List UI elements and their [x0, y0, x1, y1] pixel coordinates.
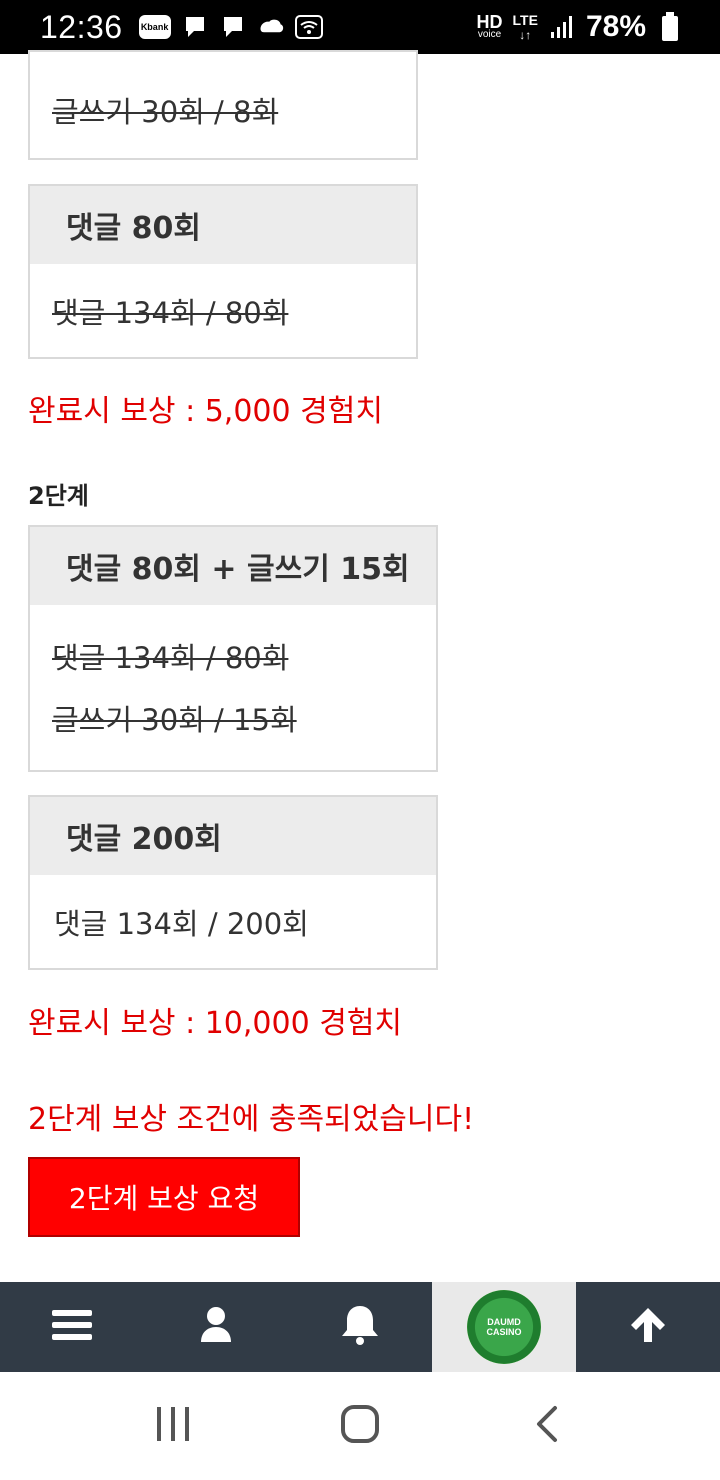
nav-scroll-top-button[interactable]: [576, 1282, 720, 1372]
progress-text: 글쓰기 30회 / 8회: [52, 95, 279, 129]
signal-icon: [548, 13, 576, 41]
lte-indicator: LTE ↓↑: [512, 11, 538, 42]
chat-notification-icon-2: [219, 13, 247, 41]
battery-percent: 78%: [585, 10, 646, 43]
back-chevron-icon: [535, 1405, 559, 1447]
status-time: 12:36: [40, 8, 123, 45]
mission-card-title: 댓글 200회: [30, 797, 436, 875]
mission-card-comments-200: 댓글 200회 댓글 134회 / 200회: [28, 795, 438, 970]
kbank-icon: Kbank: [138, 15, 171, 39]
nav-menu-button[interactable]: [0, 1282, 144, 1372]
system-nav-bar: [0, 1372, 720, 1480]
mission-card-partial: 글쓰기 30회 / 8회: [28, 50, 418, 160]
mission-card-comments-80: 댓글 80회 댓글 134회 / 80회: [28, 184, 418, 359]
progress-text: 글쓰기 30회 / 15회: [52, 703, 297, 737]
stage2-reward: 완료시 보상 : 10,000 경험치: [28, 1006, 403, 1041]
home-button[interactable]: [330, 1396, 390, 1456]
chat-notification-icon: [181, 13, 209, 41]
stage1-reward: 완료시 보상 : 5,000 경험치: [28, 394, 383, 429]
progress-text: 댓글 134회 / 200회: [54, 906, 309, 941]
mission-card-title: 댓글 80회: [30, 186, 416, 264]
user-icon: [199, 1306, 233, 1348]
stage2-notice: 2단계 보상 조건에 충족되었습니다!: [28, 1102, 475, 1137]
nav-user-button[interactable]: [144, 1282, 288, 1372]
stage2-label: 2단계: [28, 482, 89, 510]
bell-icon: [340, 1304, 380, 1350]
menu-icon: [52, 1308, 92, 1346]
hd-voice-indicator: HD voice: [476, 12, 503, 40]
progress-text: 댓글 134회 / 80회: [52, 641, 289, 675]
app-bottom-nav: DAUMD CASINO: [0, 1282, 720, 1372]
cloud-icon: [257, 13, 285, 41]
daumd-casino-logo: DAUMD CASINO: [467, 1290, 541, 1364]
status-bar: 12:36 Kbank HD voice LTE ↓↑ 78%: [0, 0, 720, 54]
recent-apps-icon: [155, 1407, 191, 1445]
nav-home-logo-button[interactable]: DAUMD CASINO: [432, 1282, 576, 1372]
back-button[interactable]: [517, 1396, 577, 1456]
nav-notifications-button[interactable]: [288, 1282, 432, 1372]
home-icon: [340, 1405, 379, 1447]
battery-icon: [656, 12, 684, 41]
recent-apps-button[interactable]: [143, 1396, 203, 1456]
arrow-up-icon: [628, 1306, 668, 1348]
progress-text: 댓글 134회 / 80회: [52, 295, 289, 330]
mission-card-comments-posts: 댓글 80회 + 글쓰기 15회 댓글 134회 / 80회 글쓰기 30회 /…: [28, 525, 438, 772]
mission-card-title: 댓글 80회 + 글쓰기 15회: [30, 527, 436, 605]
wifi-icon: [294, 13, 323, 41]
stage2-reward-request-button[interactable]: 2단계 보상 요청: [28, 1157, 300, 1237]
